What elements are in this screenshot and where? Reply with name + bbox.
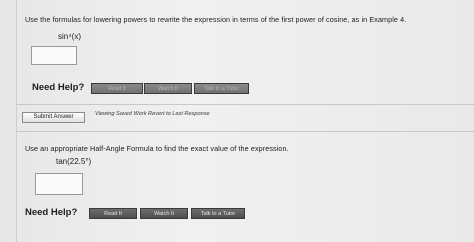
question1-answer-field[interactable] <box>31 46 77 65</box>
question1-expression: sin⁴(x) <box>58 32 81 41</box>
submit-answer-button[interactable]: Submit Answer <box>22 112 85 123</box>
saved-work-note[interactable]: Viewing Saved Work Revert to Last Respon… <box>95 111 210 117</box>
question2-read-it-button[interactable]: Read It <box>89 208 137 219</box>
left-border <box>16 0 17 242</box>
question1-read-it-button[interactable]: Read It <box>91 83 143 94</box>
question1-watch-it-button[interactable]: Watch It <box>144 83 192 94</box>
question2-talk-to-tutor-button[interactable]: Talk to a Tutor <box>191 208 245 219</box>
question2-expression: tan(22.5°) <box>56 157 92 166</box>
question2-need-help-label: Need Help? <box>25 207 78 218</box>
question-divider <box>17 131 474 132</box>
homework-page: Use the formulas for lowering powers to … <box>0 0 474 242</box>
divider <box>17 104 474 105</box>
question1-need-help-label: Need Help? <box>32 82 85 93</box>
question2-watch-it-button[interactable]: Watch It <box>140 208 188 219</box>
question2-prompt: Use an appropriate Half-Angle Formula to… <box>25 144 289 153</box>
question2-answer-field[interactable] <box>35 173 83 195</box>
question1-prompt: Use the formulas for lowering powers to … <box>25 15 407 24</box>
question1-talk-to-tutor-button[interactable]: Talk to a Tutor <box>194 83 249 94</box>
